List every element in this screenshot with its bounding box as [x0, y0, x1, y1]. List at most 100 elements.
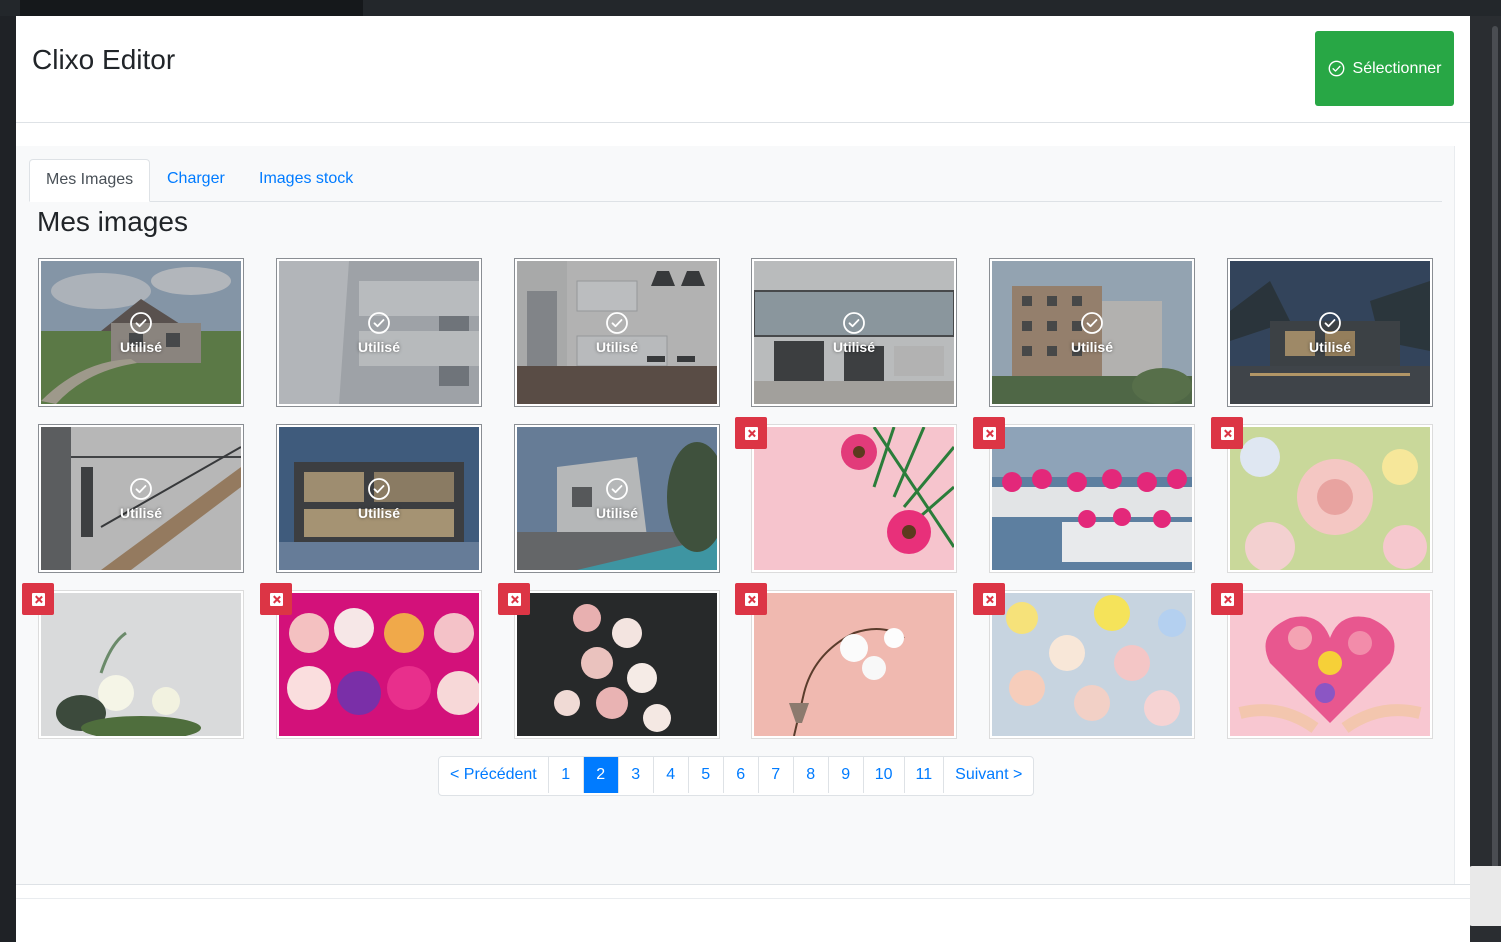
image-thumbnail[interactable]: Utilisé	[276, 258, 482, 407]
image-preview: Utilisé	[754, 261, 954, 404]
heart-flowers-hands-image	[1230, 593, 1430, 736]
white-roses-grey-image	[41, 593, 241, 736]
image-thumbnail[interactable]	[735, 417, 957, 573]
check-circle-icon	[1081, 311, 1103, 334]
pagination-page-9[interactable]: 9	[827, 757, 863, 793]
used-label: Utilisé	[595, 504, 638, 521]
image-preview	[517, 593, 717, 736]
image-thumbnail[interactable]	[973, 583, 1195, 739]
tab-mes-images[interactable]: Mes Images	[29, 159, 151, 202]
close-icon	[507, 592, 521, 606]
image-thumbnail[interactable]: Utilisé	[38, 258, 244, 407]
close-icon	[744, 426, 758, 440]
image-thumbnail[interactable]	[1211, 417, 1433, 573]
close-icon	[1220, 426, 1234, 440]
delete-image-button[interactable]	[22, 583, 54, 615]
image-thumbnail[interactable]	[22, 583, 244, 739]
used-label: Utilisé	[1070, 338, 1113, 355]
image-preview: Utilisé	[517, 261, 717, 404]
modal-title: Clixo Editor	[32, 44, 176, 75]
check-circle-icon	[606, 311, 628, 334]
pagination-page-8[interactable]: 8	[792, 757, 828, 793]
image-picker-modal: Clixo Editor Sélectionner Mes Images Cha…	[16, 16, 1470, 942]
pagination-page-7[interactable]: 7	[757, 757, 793, 793]
pagination-previous[interactable]: < Précédent	[439, 757, 548, 793]
pagination-page-6[interactable]: 6	[722, 757, 758, 793]
image-thumbnail[interactable]	[260, 583, 482, 739]
delete-image-button[interactable]	[1211, 583, 1243, 615]
check-circle-icon	[368, 311, 390, 334]
check-circle-icon	[843, 311, 865, 334]
used-overlay: Utilisé	[517, 261, 717, 404]
pagination-page-1[interactable]: 1	[547, 757, 583, 793]
image-preview: Utilisé	[279, 261, 479, 404]
used-label: Utilisé	[357, 504, 400, 521]
pagination-page-11[interactable]: 11	[903, 757, 944, 793]
used-overlay: Utilisé	[754, 261, 954, 404]
pagination-page-3[interactable]: 3	[617, 757, 653, 793]
background-scrollbar-track	[1470, 16, 1501, 942]
pagination-page-5[interactable]: 5	[687, 757, 723, 793]
mixed-bouquet-image	[992, 593, 1192, 736]
delete-image-button[interactable]	[260, 583, 292, 615]
image-preview	[992, 593, 1192, 736]
image-thumbnail[interactable]: Utilisé	[276, 424, 482, 573]
image-thumbnail[interactable]: Utilisé	[514, 258, 720, 407]
used-label: Utilisé	[595, 338, 638, 355]
check-circle-icon	[130, 311, 152, 334]
select-button-label: Sélectionner	[1352, 59, 1442, 77]
image-thumbnail[interactable]	[498, 583, 720, 739]
background-studio-tab	[20, 0, 363, 16]
image-thumbnail[interactable]	[735, 583, 957, 739]
image-thumbnail[interactable]	[1211, 583, 1433, 739]
used-overlay: Utilisé	[279, 261, 479, 404]
image-thumbnail[interactable]: Utilisé	[514, 424, 720, 573]
image-preview: Utilisé	[992, 261, 1192, 404]
section-title: Mes images	[37, 206, 188, 237]
pagination-next[interactable]: Suivant >	[943, 757, 1033, 793]
background-scrollbar[interactable]	[1492, 26, 1498, 926]
modal-header: Clixo Editor Sélectionner	[16, 16, 1470, 123]
used-overlay: Utilisé	[1230, 261, 1430, 404]
rose-bouquet-image	[1230, 427, 1430, 570]
used-label: Utilisé	[357, 338, 400, 355]
delete-image-button[interactable]	[735, 583, 767, 615]
image-thumbnail[interactable]: Utilisé	[751, 258, 957, 407]
pagination-page-4[interactable]: 4	[652, 757, 688, 793]
used-overlay: Utilisé	[992, 261, 1192, 404]
check-circle-icon	[368, 477, 390, 500]
image-thumbnail[interactable]: Utilisé	[989, 258, 1195, 407]
pagination-page-10[interactable]: 10	[862, 757, 904, 793]
delete-image-button[interactable]	[735, 417, 767, 449]
tab-charger[interactable]: Charger	[151, 159, 241, 201]
check-circle-icon	[1328, 60, 1344, 77]
tab-bar: Mes Images Charger Images stock	[29, 159, 1442, 202]
image-preview: Utilisé	[41, 427, 241, 570]
white-orchid-pink-image	[754, 593, 954, 736]
image-preview: Utilisé	[517, 427, 717, 570]
pagination-page-2[interactable]: 2	[582, 757, 618, 793]
delete-image-button[interactable]	[498, 583, 530, 615]
close-icon	[982, 426, 996, 440]
modal-body: Mes Images Charger Images stock Mes imag…	[16, 146, 1455, 884]
close-icon	[982, 592, 996, 606]
used-label: Utilisé	[119, 504, 162, 521]
used-overlay: Utilisé	[41, 261, 241, 404]
image-preview	[1230, 427, 1430, 570]
image-preview	[1230, 593, 1430, 736]
image-thumbnail[interactable]: Utilisé	[38, 424, 244, 573]
delete-image-button[interactable]	[973, 417, 1005, 449]
image-thumbnail[interactable]: Utilisé	[1227, 258, 1433, 407]
image-thumbnail[interactable]	[973, 417, 1195, 573]
modal-footer-divider	[16, 884, 1470, 885]
delete-image-button[interactable]	[973, 583, 1005, 615]
modal-footer	[16, 898, 1470, 899]
check-circle-icon	[606, 477, 628, 500]
image-preview: Utilisé	[279, 427, 479, 570]
tab-images-stock[interactable]: Images stock	[243, 159, 369, 201]
check-circle-icon	[1319, 311, 1341, 334]
select-button[interactable]: Sélectionner	[1315, 31, 1454, 106]
delete-image-button[interactable]	[1211, 417, 1243, 449]
close-icon	[744, 592, 758, 606]
image-preview: Utilisé	[1230, 261, 1430, 404]
